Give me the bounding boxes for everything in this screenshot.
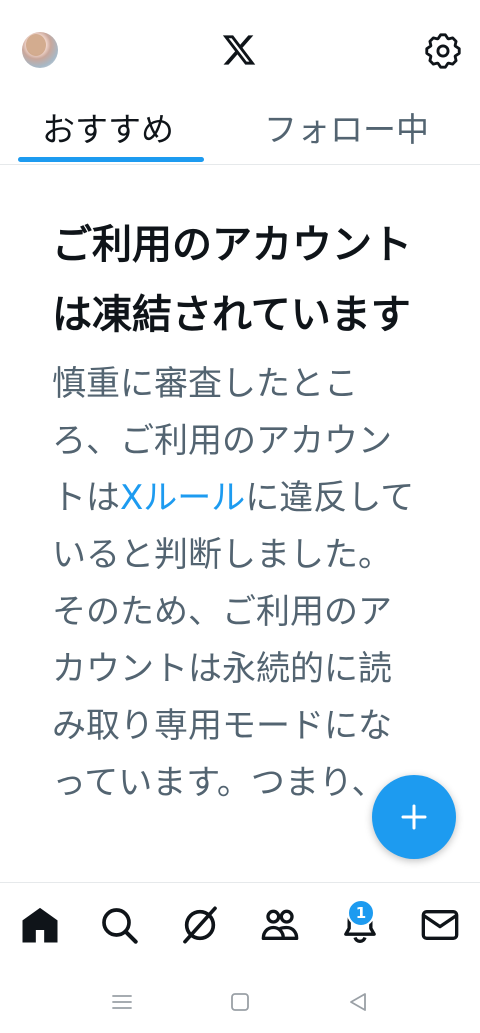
back-icon[interactable] <box>344 988 372 1016</box>
tab-recommended[interactable]: おすすめ <box>42 110 174 150</box>
notice-body-text-continued: に違反していると判断しました。そのため、ご利用のアカウントは永続的に読み取り専用… <box>52 478 415 803</box>
timeline-tabs: おすすめ フォロー中 <box>0 100 480 165</box>
recent-apps-icon[interactable] <box>108 988 136 1016</box>
suspension-notice: ご利用のアカウントは凍結されています 慎重に審査したところ、ご利用のアカウントは… <box>52 210 422 812</box>
home-button-icon[interactable] <box>226 988 254 1016</box>
gear-icon[interactable] <box>424 32 462 70</box>
tab-following[interactable]: フォロー中 <box>264 110 429 150</box>
compose-button[interactable] <box>372 775 456 859</box>
search-icon[interactable] <box>99 905 139 945</box>
notification-badge: 1 <box>347 899 375 927</box>
communities-icon[interactable] <box>260 905 300 945</box>
top-header <box>0 0 480 100</box>
notice-body: 慎重に審査したところ、ご利用のアカウントはXルールに違反していると判断しました。… <box>52 356 422 812</box>
x-logo-icon <box>222 35 256 65</box>
bottom-navigation <box>0 882 480 971</box>
plus-icon <box>401 804 427 830</box>
grok-icon[interactable] <box>180 905 220 945</box>
user-avatar[interactable] <box>22 32 58 68</box>
x-rules-link[interactable]: Xルール <box>120 478 245 518</box>
home-icon[interactable] <box>20 905 60 945</box>
notice-title: ご利用のアカウントは凍結されています <box>52 222 412 338</box>
messages-icon[interactable] <box>420 905 460 945</box>
active-tab-indicator <box>18 157 204 162</box>
system-navigation-bar <box>0 970 480 1033</box>
